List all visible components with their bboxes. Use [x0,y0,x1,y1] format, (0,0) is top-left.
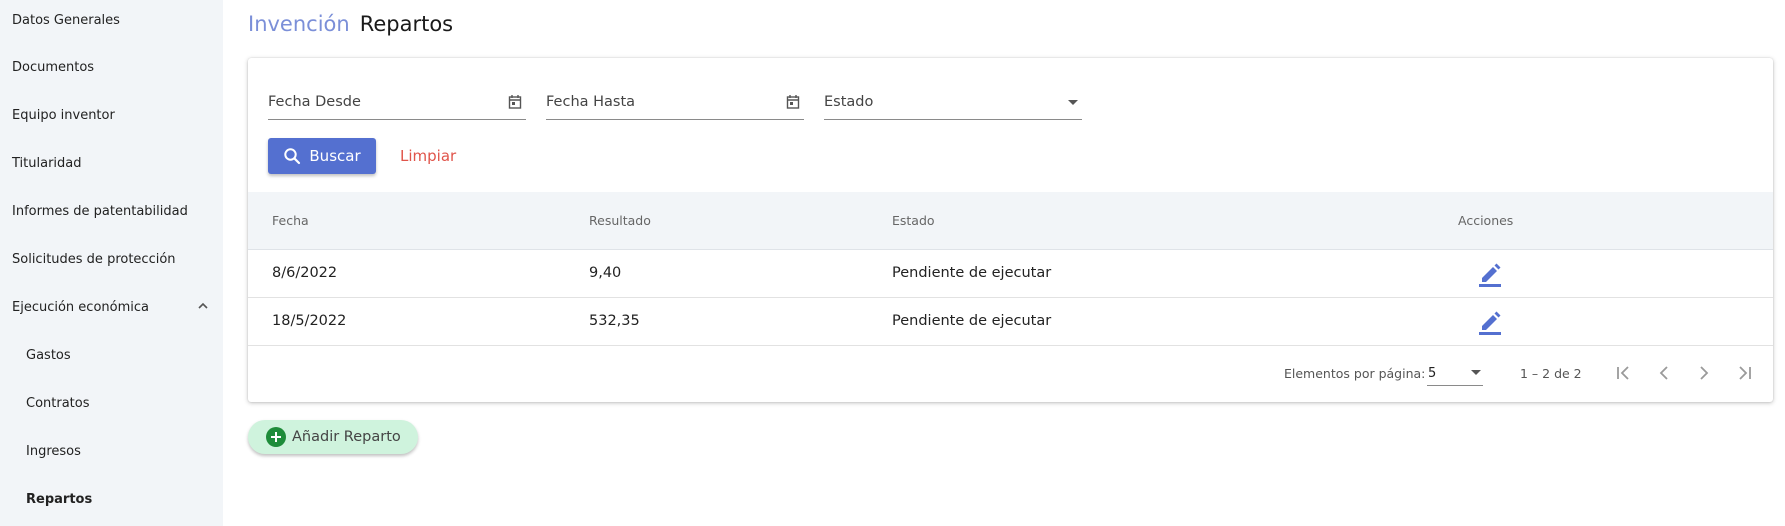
calendar-icon[interactable] [786,94,800,110]
search-icon [284,148,301,165]
buscar-button-label: Buscar [309,147,361,165]
sidebar-item-datos-generales[interactable]: Datos Generales [0,0,223,44]
cell-resultado: 532,35 [589,313,640,329]
sidebar-item-label: Ingresos [26,443,81,459]
sidebar-item-documentos[interactable]: Documentos [0,43,223,91]
limpiar-button[interactable]: Limpiar [400,138,456,174]
cell-resultado: 9,40 [589,265,622,281]
column-header-estado[interactable]: Estado [892,213,935,228]
estado-select[interactable]: Estado [824,84,1082,120]
table-row: 18/5/2022 532,35 Pendiente de ejecutar [248,298,1773,346]
column-header-resultado[interactable]: Resultado [589,213,651,228]
breadcrumb-parent-link[interactable]: Invención [248,12,350,36]
buscar-button[interactable]: Buscar [268,138,376,174]
sidebar-item-label: Ejecución económica [12,299,149,315]
fecha-desde-field[interactable]: Fecha Desde [268,84,526,120]
breadcrumb: Invención Repartos [248,12,453,40]
dropdown-arrow-icon [1068,100,1078,105]
table-header: Fecha Resultado Estado Acciones [248,192,1773,250]
sidebar-item-repartos[interactable]: Repartos [0,475,223,523]
sidebar-item-label: Equipo inventor [12,107,115,123]
sidebar-item-label: Informes de patentabilidad [12,203,188,219]
repartos-card: Fecha Desde Fecha Hasta Estado Buscar Li… [248,58,1773,402]
sidebar-item-ingresos[interactable]: Ingresos [0,427,223,475]
sidebar-item-label: Datos Generales [12,12,120,28]
next-page-icon[interactable] [1693,362,1715,384]
page-size-select[interactable]: 5 [1427,360,1483,386]
add-reparto-button[interactable]: Añadir Reparto [248,420,418,454]
sidebar-item-gastos[interactable]: Gastos [0,331,223,379]
sidebar: Datos Generales Documentos Equipo invent… [0,0,223,526]
chevron-up-icon[interactable] [197,300,209,312]
page-title: Repartos [359,12,454,36]
sidebar-item-label: Solicitudes de protección [12,251,176,267]
column-header-fecha[interactable]: Fecha [272,213,309,228]
page-range-label: 1 – 2 de 2 [1520,366,1582,381]
sidebar-item-informes-patentabilidad[interactable]: Informes de patentabilidad [0,187,223,235]
sidebar-item-label: Titularidad [12,155,82,171]
estado-label: Estado [824,94,874,110]
cell-estado: Pendiente de ejecutar [892,265,1052,281]
table-row: 8/6/2022 9,40 Pendiente de ejecutar [248,250,1773,298]
sidebar-item-label: Documentos [12,59,95,75]
previous-page-icon[interactable] [1653,362,1675,384]
fecha-hasta-field[interactable]: Fecha Hasta [546,84,804,120]
pencil-icon[interactable] [1476,260,1504,288]
column-header-acciones: Acciones [1458,213,1514,228]
sidebar-item-ejecucion-economica[interactable]: Ejecución económica [0,283,223,331]
sidebar-item-contratos[interactable]: Contratos [0,379,223,427]
sidebar-item-label: Contratos [26,395,90,411]
add-reparto-label: Añadir Reparto [292,429,401,445]
page-size-label: Elementos por página: [1284,366,1426,381]
sidebar-item-label: Repartos [26,491,93,507]
sidebar-item-equipo-inventor[interactable]: Equipo inventor [0,91,223,139]
cell-fecha: 8/6/2022 [272,265,338,281]
cell-estado: Pendiente de ejecutar [892,313,1052,329]
first-page-icon[interactable] [1613,362,1635,384]
fecha-hasta-label: Fecha Hasta [546,94,636,110]
dropdown-arrow-icon [1471,370,1481,375]
sidebar-item-solicitudes-proteccion[interactable]: Solicitudes de protección [0,235,223,283]
fecha-desde-label: Fecha Desde [268,94,361,110]
pencil-icon[interactable] [1476,308,1504,336]
page-size-value: 5 [1428,366,1437,381]
last-page-icon[interactable] [1733,362,1755,384]
sidebar-item-titularidad[interactable]: Titularidad [0,139,223,187]
cell-fecha: 18/5/2022 [272,313,347,329]
limpiar-button-label: Limpiar [400,147,457,165]
sidebar-item-label: Gastos [26,347,71,363]
paginator: Elementos por página: 5 1 – 2 de 2 [248,346,1773,402]
calendar-icon[interactable] [508,94,522,110]
plus-circle-icon [266,427,286,447]
